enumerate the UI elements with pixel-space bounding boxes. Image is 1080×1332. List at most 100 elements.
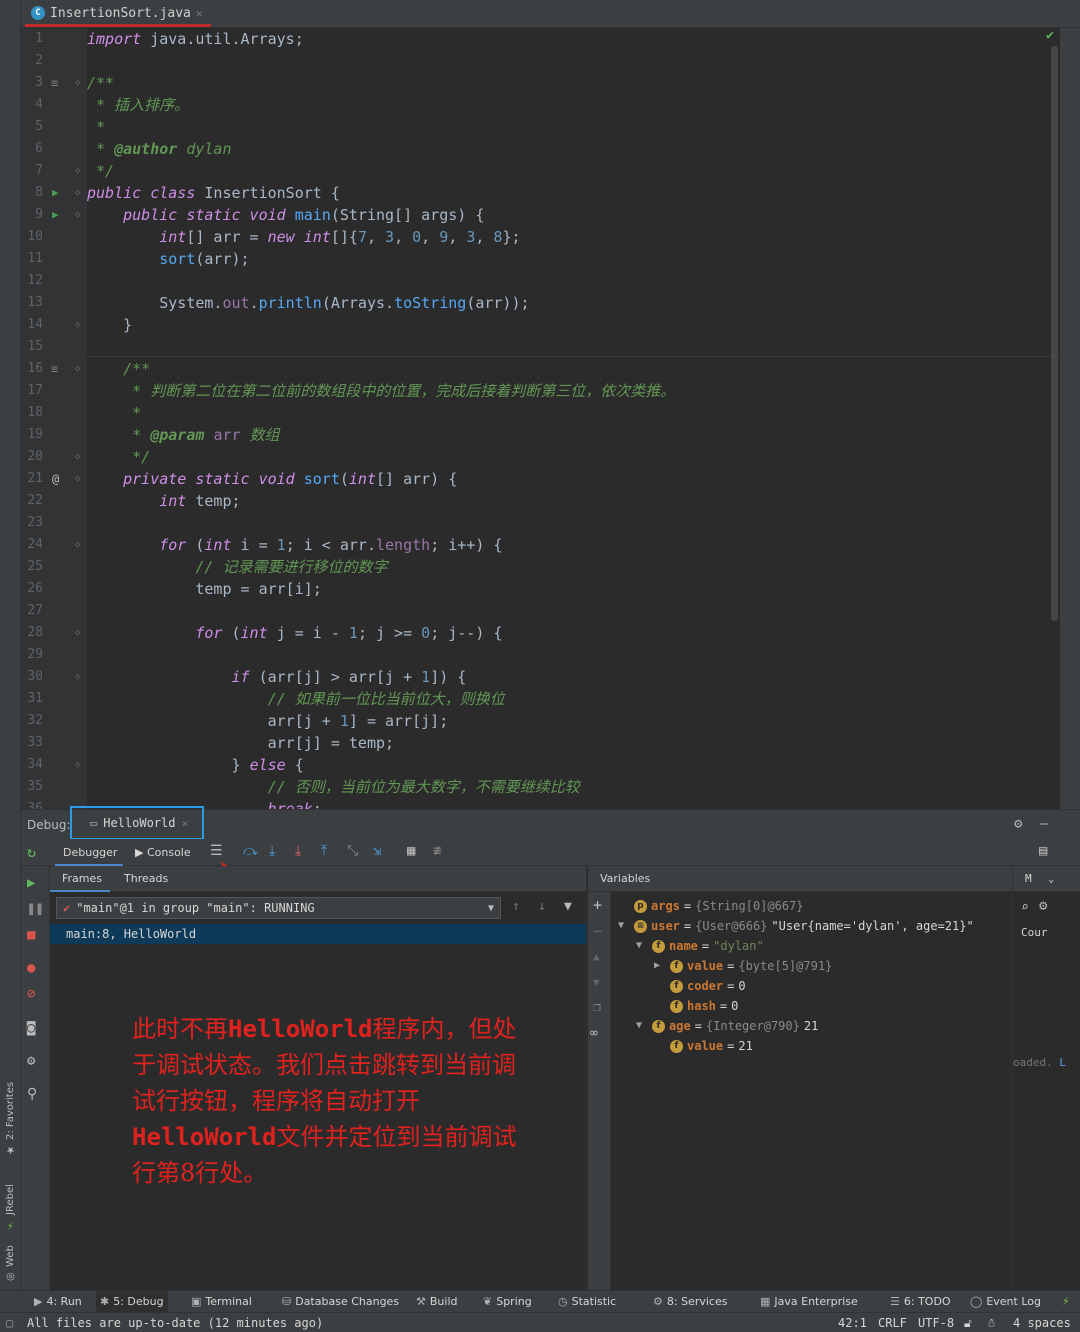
code-line[interactable]: sort(arr); [87,248,249,270]
fold-icon[interactable]: ◇ [75,314,80,336]
code-line[interactable]: public class InsertionSort { [87,182,340,204]
line-number[interactable]: 27 [21,600,43,622]
arrow-down-icon[interactable]: ↓ [538,899,546,914]
tool-window-8-services[interactable]: ⚙ 8: Services [649,1291,731,1313]
step-out-icon[interactable]: ⤒ [321,843,327,859]
code-line[interactable]: int temp; [87,490,240,512]
gear-icon[interactable]: ⚙ [1039,898,1047,914]
code-line[interactable]: * 判断第二位在第二位前的数组段中的位置，完成后接着判断第三位，依次类推。 [87,380,675,402]
code-line[interactable]: // 否则，当前位为最大数字，不需要继续比较 [87,776,580,798]
render-doc-icon[interactable]: ≡ [51,72,58,94]
code-line[interactable]: for (int j = i - 1; j >= 0; j--) { [87,622,502,644]
tool-window-database-changes[interactable]: ⛁ Database Changes [278,1291,403,1313]
fold-icon[interactable]: ◇ [75,666,80,688]
line-number[interactable]: 16 [21,358,43,380]
run-gutter-icon[interactable]: ▶ [52,182,59,204]
collapse-arrow-icon[interactable]: ▼ [636,936,648,956]
code-line[interactable]: } else { [87,754,303,776]
pin-icon[interactable]: ⚲ [27,1086,37,1102]
line-number[interactable]: 8 [21,182,43,204]
line-number[interactable]: 22 [21,490,43,512]
fold-icon[interactable]: ◇ [75,754,80,776]
tab-debugger[interactable]: Debugger [55,839,123,866]
editor-scrollbar[interactable] [1051,46,1058,621]
view-breakpoints-icon[interactable]: ● [27,960,35,976]
memory-hint-link[interactable]: L [1059,1056,1066,1069]
code-line[interactable]: // 记录需要进行移位的数字 [87,556,387,578]
code-line[interactable]: } [87,314,132,336]
frame-row[interactable]: main:8, HelloWorld [50,924,586,944]
line-number[interactable]: 4 [21,94,43,116]
move-up-icon[interactable]: ▲ [593,950,600,963]
annotation-gutter-icon[interactable]: @ [52,468,59,490]
tool-window-terminal[interactable]: ▣ Terminal [187,1291,256,1313]
variable-row[interactable]: p args = {String[0]@667} [618,896,804,916]
code-line[interactable]: arr[j + 1] = arr[j]; [87,710,449,732]
line-number[interactable]: 6 [21,138,43,160]
fold-icon[interactable]: ◇ [75,468,80,490]
copy-icon[interactable]: ❐ [593,1000,601,1015]
fold-icon[interactable]: ◇ [75,160,80,182]
line-separator[interactable]: CRLF [878,1313,907,1332]
stop-icon[interactable]: ■ [27,927,35,943]
code-line[interactable]: /** [87,358,150,380]
code-line[interactable]: for (int i = 1; i < arr.length; i++) { [87,534,502,556]
tool-window-4-run[interactable]: ▶ 4: Run [30,1291,86,1313]
minimize-icon[interactable]: — [1040,816,1048,832]
tool-window-build[interactable]: ⚒ Build [412,1291,462,1313]
tab-frames[interactable]: Frames [50,866,110,892]
line-number[interactable]: 11 [21,248,43,270]
collapse-arrow-icon[interactable]: ▼ [636,1016,648,1036]
run-to-cursor-icon[interactable]: ⇲ [373,843,381,859]
fold-icon[interactable]: ◇ [75,446,80,468]
fold-icon[interactable]: ◇ [75,72,80,94]
tool-window-5-debug[interactable]: ✱ 5: Debug [96,1291,168,1313]
close-icon[interactable]: × [181,817,188,830]
variable-row[interactable]: ▼ ≡ user = {User@666} "User{name='dylan', age… [618,916,974,936]
mute-breakpoints-icon[interactable]: ⊘ [27,986,35,1002]
line-number[interactable]: 33 [21,732,43,754]
camera-icon[interactable]: ◙ [27,1020,35,1036]
line-number[interactable]: 24 [21,534,43,556]
line-number[interactable]: 14 [21,314,43,336]
tab-threads[interactable]: Threads [124,866,168,892]
tool-window-statistic[interactable]: ◷ Statistic [554,1291,620,1313]
fold-icon[interactable]: ◇ [75,182,80,204]
status-square-icon[interactable]: ▢ [6,1313,13,1332]
variable-row[interactable]: f coder = 0 [654,976,746,996]
evaluate-expression-icon[interactable]: ▦ [407,843,415,859]
step-over-icon[interactable]: ⤼ [243,843,258,859]
tab-console[interactable]: ▶ Console [135,839,191,866]
thread-selector[interactable]: ✔ "main"@1 in group "main": RUNNING ▼ [56,897,501,919]
line-number[interactable]: 26 [21,578,43,600]
line-number[interactable]: 2 [21,50,43,72]
tool-window-java-enterprise[interactable]: ▦ Java Enterprise [756,1291,862,1313]
gear-icon[interactable]: ⚙ [1014,816,1022,832]
expand-arrow-icon[interactable]: ▶ [654,956,666,976]
code-line[interactable]: * @param arr 数组 [87,424,279,446]
code-line[interactable]: /** [87,72,114,94]
render-doc-icon[interactable]: ≡ [51,358,58,380]
chevron-down-icon[interactable]: ⌄ [1048,874,1054,885]
code-line[interactable]: public static void main(String[] args) { [87,204,484,226]
code-line[interactable]: * 插入排序。 [87,94,189,116]
tool-window-6-todo[interactable]: ☰ 6: TODO [886,1291,955,1313]
show-execution-point-icon[interactable]: ☰ [210,843,223,859]
fold-icon[interactable]: ◇ [75,358,80,380]
code-line[interactable]: int[] arr = new int[]{7, 3, 0, 9, 3, 8}; [87,226,520,248]
file-encoding[interactable]: UTF-8 [918,1313,954,1332]
line-number[interactable]: 7 [21,160,43,182]
collapse-arrow-icon[interactable]: ▼ [618,916,630,936]
line-number[interactable]: 1 [21,28,43,50]
settings-icon[interactable]: ⚙ [27,1053,35,1069]
memory-search-icon[interactable]: ⌕ [1021,900,1029,915]
add-watch-icon[interactable]: + [593,896,602,914]
arrow-up-icon[interactable]: ↑ [512,899,520,914]
line-number[interactable]: 18 [21,402,43,424]
line-number[interactable]: 23 [21,512,43,534]
line-number[interactable]: 3 [21,72,43,94]
layout-icon[interactable]: ▤ [1039,843,1047,859]
caret-position[interactable]: 42:1 [838,1313,867,1332]
variable-row[interactable]: f value = 21 [654,1036,753,1056]
code-line[interactable]: if (arr[j] > arr[j + 1]) { [87,666,467,688]
